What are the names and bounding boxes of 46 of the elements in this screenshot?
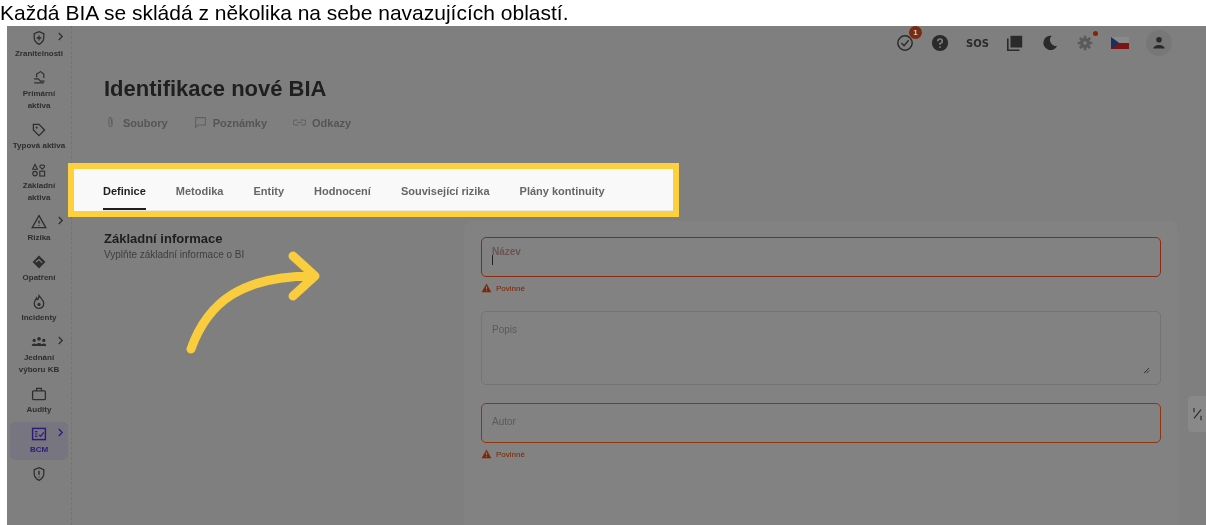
- sidebar-item[interactable]: Incidenty: [10, 290, 68, 328]
- warning-icon: [481, 283, 492, 293]
- page-title: Identifikace nové BIA: [104, 76, 328, 102]
- sos-button[interactable]: SOS: [966, 37, 989, 49]
- sidebar-icon: [31, 30, 47, 46]
- sidebar-item[interactable]: Primární aktiva: [10, 66, 68, 116]
- resize-handle-icon[interactable]: [1143, 367, 1150, 374]
- notification-badge: 1: [909, 26, 923, 39]
- sidebar-icon: [31, 214, 47, 230]
- avatar-icon[interactable]: [1146, 30, 1172, 56]
- section-title: Základní informace: [104, 231, 224, 246]
- sidebar-item[interactable]: BCM: [10, 422, 68, 460]
- tab[interactable]: Definice: [103, 179, 146, 210]
- tab[interactable]: Entity: [253, 179, 285, 210]
- moon-icon[interactable]: [1041, 34, 1059, 52]
- sidebar-icon: [31, 466, 47, 482]
- sidebar-item[interactable]: Zranitelnosti: [10, 26, 68, 64]
- error-message: Povinné: [496, 449, 525, 459]
- sidebar-icon: [31, 294, 47, 310]
- sidebar-icon: [31, 122, 47, 138]
- tab[interactable]: Plány kontinuity: [519, 179, 605, 210]
- sidebar-icon: [31, 254, 47, 270]
- sidebar-icon: [31, 386, 47, 402]
- tasks-check-icon[interactable]: [896, 34, 915, 52]
- tab[interactable]: Hodnocení: [314, 179, 371, 210]
- tab[interactable]: Metodika: [175, 179, 224, 210]
- warning-icon: [481, 449, 492, 459]
- sidebar-icon: [31, 426, 47, 442]
- sidebar-item[interactable]: Typová aktiva: [10, 118, 68, 156]
- sidebar-item[interactable]: Základní aktiva: [10, 158, 68, 208]
- caption-text: Každá BIA se skládá z několika na sebe navazujících oblastí.: [0, 0, 570, 26]
- sidebar-item[interactable]: Rizika: [10, 210, 68, 248]
- sidebar-item[interactable]: Jednání výboru KB: [10, 330, 68, 380]
- section-subtitle: Vyplňte základní informace o BI: [104, 249, 246, 260]
- sidebar-icon: [31, 70, 47, 86]
- sidebar-item[interactable]: Opatření: [10, 250, 68, 288]
- tab[interactable]: Související rizika: [400, 179, 490, 210]
- link-icon: [293, 116, 307, 129]
- side-panel-handle[interactable]: [1188, 396, 1206, 432]
- flag-icon[interactable]: [1111, 37, 1129, 49]
- sidebar-icon: [31, 162, 47, 178]
- comment-icon: [193, 116, 207, 129]
- help-icon[interactable]: [931, 34, 950, 52]
- pdf-icon[interactable]: [1006, 34, 1024, 52]
- error-message: Povinné: [496, 283, 525, 293]
- sidebar-item[interactable]: Audity: [10, 382, 68, 420]
